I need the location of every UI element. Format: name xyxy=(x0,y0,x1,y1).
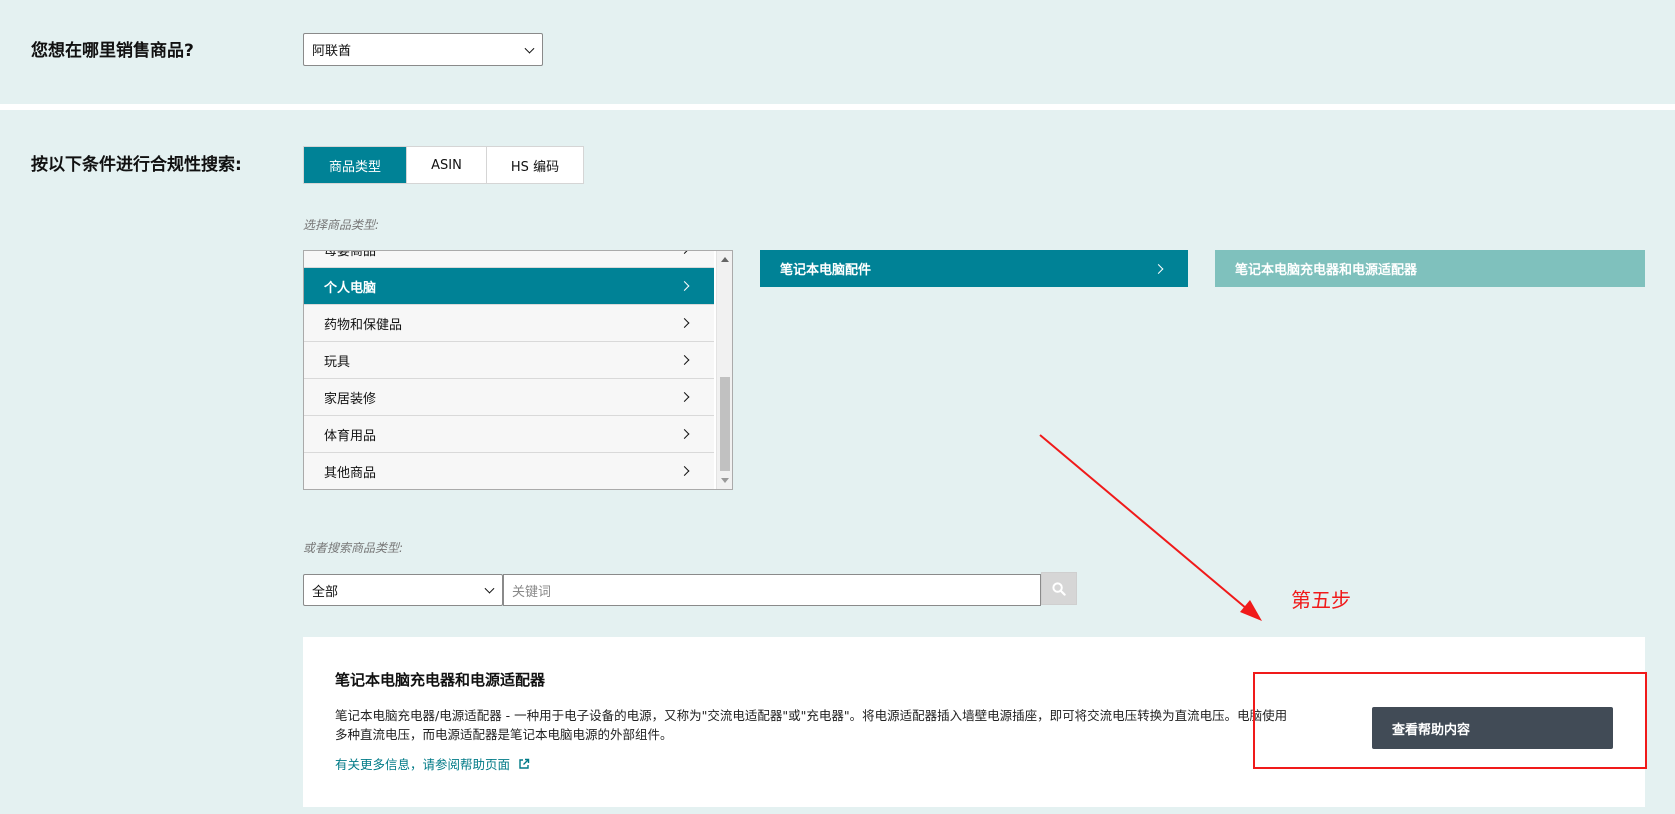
chevron-right-icon xyxy=(679,355,690,365)
list-item-label: 体育用品 xyxy=(324,428,377,444)
chevron-down-icon xyxy=(484,583,495,594)
tab-product-type[interactable]: 商品类型 xyxy=(304,147,407,183)
subcategory-label: 笔记本电脑配件 xyxy=(780,263,872,278)
list-item-sports[interactable]: 体育用品 xyxy=(304,416,714,453)
search-mode-tabs: 商品类型 ASIN HS 编码 xyxy=(303,146,584,184)
subcategory-item[interactable]: 笔记本电脑配件 xyxy=(760,250,1188,287)
chevron-right-icon xyxy=(679,429,690,439)
scroll-down-arrow-icon[interactable] xyxy=(721,478,729,483)
chevron-right-icon xyxy=(1153,263,1164,274)
tab-hs-code[interactable]: HS 编码 xyxy=(487,147,583,183)
list-item-label: 药物和保健品 xyxy=(324,317,403,333)
sub-subcategory-label: 笔记本电脑充电器和电源适配器 xyxy=(1235,263,1418,278)
scroll-up-arrow-icon[interactable] xyxy=(721,257,729,262)
keyword-placeholder: 关键词 xyxy=(512,584,552,600)
chevron-down-icon xyxy=(524,43,535,54)
search-button[interactable] xyxy=(1041,572,1077,605)
tab-asin[interactable]: ASIN xyxy=(407,147,487,183)
list-item-personal-computer[interactable]: 个人电脑 xyxy=(304,268,714,305)
section-divider xyxy=(0,104,1675,110)
search-scope-select[interactable]: 全部 xyxy=(303,574,503,606)
compliance-search-label: 按以下条件进行合规性搜索: xyxy=(31,155,242,175)
chevron-right-icon xyxy=(679,392,690,402)
sub-subcategory-item[interactable]: 笔记本电脑充电器和电源适配器 xyxy=(1215,250,1645,287)
select-product-type-hint: 选择商品类型: xyxy=(303,218,380,232)
list-item-label: 个人电脑 xyxy=(324,280,377,296)
result-card-description: 笔记本电脑充电器/电源适配器 - 一种用于电子设备的电源，又称为"交流电适配器"… xyxy=(335,708,1288,742)
list-item-home-improvement[interactable]: 家居装修 xyxy=(304,379,714,416)
chevron-right-icon xyxy=(679,281,690,291)
list-item-label: 玩具 xyxy=(324,354,351,370)
keyword-search-input[interactable]: 关键词 xyxy=(503,574,1041,606)
list-item-other[interactable]: 其他商品 xyxy=(304,453,714,489)
list-item-label: 其他商品 xyxy=(324,465,377,481)
list-item-label: 母婴商品 xyxy=(324,250,377,259)
marketplace-label: 您想在哪里销售商品? xyxy=(31,41,194,61)
annotation-highlight-box xyxy=(1253,672,1647,769)
scrollbar-thumb[interactable] xyxy=(720,377,730,471)
help-page-link[interactable]: 有关更多信息，请参阅帮助页面 xyxy=(335,754,530,773)
annotation-step-label: 第五步 xyxy=(1291,588,1351,612)
list-item-health[interactable]: 药物和保健品 xyxy=(304,305,714,342)
list-item-partial[interactable]: 母婴商品 xyxy=(304,250,714,268)
search-scope-value: 全部 xyxy=(312,584,339,600)
chevron-right-icon xyxy=(679,318,690,328)
list-item-label: 家居装修 xyxy=(324,391,377,407)
marketplace-selected-value: 阿联酋 xyxy=(312,44,352,59)
help-page-link-label: 有关更多信息，请参阅帮助页面 xyxy=(335,757,511,772)
search-product-type-hint: 或者搜索商品类型: xyxy=(303,541,404,555)
external-link-icon xyxy=(519,758,530,769)
marketplace-select[interactable]: 阿联酋 xyxy=(303,33,543,66)
category-listbox[interactable]: 母婴商品 个人电脑 药物和保健品 玩具 家居装修 体育用品 其他商品 xyxy=(303,250,733,490)
list-item-toys[interactable]: 玩具 xyxy=(304,342,714,379)
result-card-title: 笔记本电脑充电器和电源适配器 xyxy=(335,671,546,689)
chevron-right-icon xyxy=(679,466,690,476)
listbox-scrollbar[interactable] xyxy=(716,251,732,489)
search-icon xyxy=(1052,581,1066,596)
chevron-right-icon xyxy=(679,251,690,254)
